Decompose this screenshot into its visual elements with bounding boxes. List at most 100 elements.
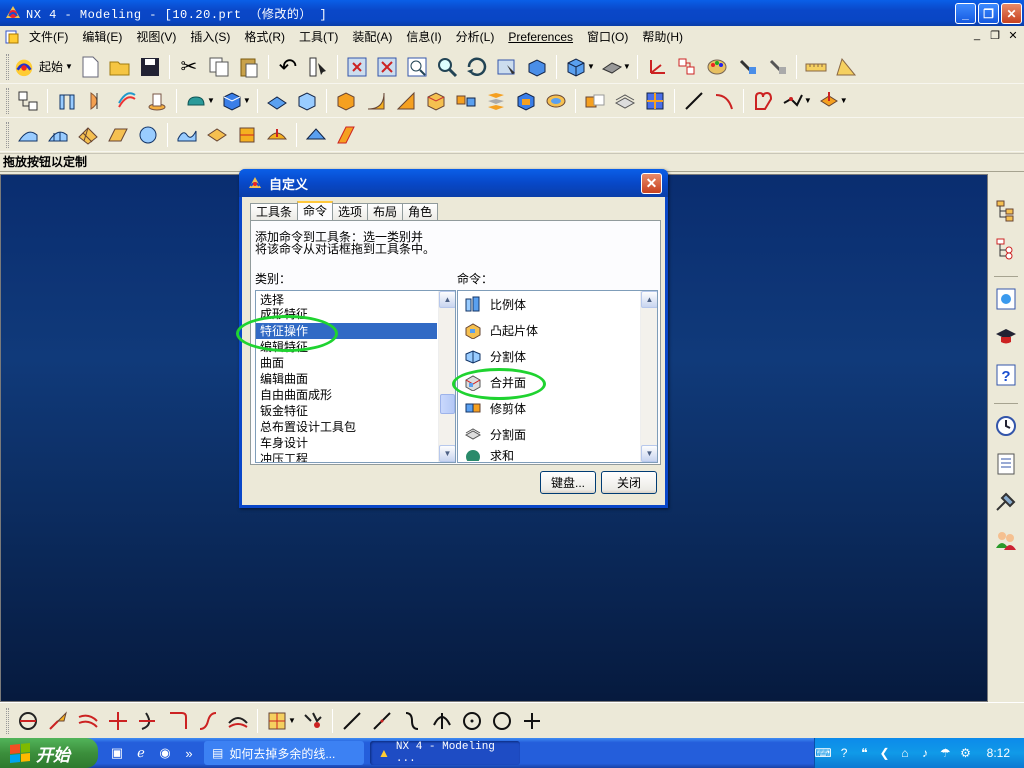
through-curves-icon[interactable] [13, 120, 43, 150]
split-face-icon[interactable] [610, 86, 640, 116]
snap-point-icon[interactable] [13, 706, 43, 736]
pattern-icon[interactable] [451, 86, 481, 116]
input-method-icon[interactable]: ❝ [857, 745, 871, 761]
dialog-close-button[interactable]: ✕ [641, 173, 662, 194]
command-item[interactable]: 分割体 [458, 343, 657, 369]
zoom-window-icon[interactable] [372, 52, 402, 82]
quicklaunch-chevron-icon[interactable]: » [180, 744, 198, 762]
close-window-button[interactable]: ✕ [1001, 3, 1022, 24]
shell-icon[interactable] [292, 86, 322, 116]
wcs-icon[interactable] [642, 52, 672, 82]
chevron-down-icon[interactable]: ▼ [623, 62, 631, 71]
save-icon[interactable] [135, 52, 165, 82]
list-item[interactable]: 选择 [256, 292, 455, 308]
new-file-icon[interactable] [75, 52, 105, 82]
chevron-down-icon[interactable]: ▼ [65, 62, 73, 71]
list-item[interactable]: 钣金特征 [256, 403, 455, 419]
mdi-restore-icon[interactable]: ❐ [988, 29, 1002, 42]
sew-icon[interactable] [481, 86, 511, 116]
internet-explorer-icon[interactable]: ℯ [132, 744, 150, 762]
show-desktop-icon[interactable]: ▣ [108, 744, 126, 762]
history-tab-icon[interactable] [991, 410, 1021, 442]
keyboard-icon[interactable]: ⌨ [814, 745, 831, 761]
menu-preferences[interactable]: Preferences [501, 27, 580, 47]
roles-tab-icon[interactable] [991, 524, 1021, 556]
assembly-navigator-icon[interactable] [13, 86, 43, 116]
list-item[interactable]: 编辑曲面 [256, 371, 455, 387]
menu-format[interactable]: 格式(R) [237, 27, 292, 47]
trim-body-icon[interactable] [511, 86, 541, 116]
draft-icon[interactable] [421, 86, 451, 116]
cut-icon[interactable]: ✂ [174, 52, 204, 82]
volume-icon[interactable]: ♪ [918, 745, 932, 761]
list-item[interactable]: 总布置设计工具包 [256, 419, 455, 435]
antivirus-icon[interactable]: ☂ [938, 745, 952, 761]
command-item[interactable]: 求和 [458, 447, 657, 461]
edit-curve-icon[interactable] [43, 706, 73, 736]
shaded-view-icon[interactable] [522, 52, 552, 82]
list-item[interactable]: 车身设计 [256, 435, 455, 451]
scroll-down-arrow-icon[interactable]: ▼ [439, 445, 455, 462]
thicken-icon[interactable] [301, 120, 331, 150]
scroll-down-arrow-icon[interactable]: ▼ [641, 445, 657, 462]
system-materials-tab-icon[interactable] [991, 448, 1021, 480]
tab-toolbars[interactable]: 工具条 [250, 203, 299, 220]
sketch-circle2-icon[interactable] [487, 706, 517, 736]
bridge-surface-icon[interactable] [202, 120, 232, 150]
chamfer-icon[interactable] [391, 86, 421, 116]
bridge-curve-icon[interactable] [223, 706, 253, 736]
n-sided-surface-icon[interactable] [232, 120, 262, 150]
settings-tray-icon[interactable]: ⚙ [958, 745, 972, 761]
instance-icon[interactable] [640, 86, 670, 116]
divide-curve-icon[interactable] [133, 706, 163, 736]
minimize-button[interactable]: _ [955, 3, 976, 24]
sketch-circle-icon[interactable] [457, 706, 487, 736]
bounded-plane-icon[interactable] [133, 120, 163, 150]
hollow-icon[interactable] [262, 86, 292, 116]
line-icon[interactable] [679, 86, 709, 116]
corner-icon[interactable] [193, 706, 223, 736]
window-title-bar[interactable]: NX 4 - Modeling - [10.20.prt （修改的） ] _ ❐… [0, 0, 1024, 26]
boolean-icon[interactable] [331, 86, 361, 116]
menu-information[interactable]: 信息(I) [399, 27, 448, 47]
fillet-curve-icon[interactable] [163, 706, 193, 736]
copy-icon[interactable] [204, 52, 234, 82]
dialog-title-bar[interactable]: 自定义 ✕ [239, 169, 668, 197]
command-item[interactable]: 凸起片体 [458, 317, 657, 343]
chevron-down-icon[interactable]: ▼ [840, 96, 848, 105]
trimmed-sheet-icon[interactable] [331, 120, 361, 150]
web-browser-tab-icon[interactable] [991, 283, 1021, 315]
process-studio-tab-icon[interactable] [991, 486, 1021, 518]
mdi-close-icon[interactable]: ✕ [1006, 29, 1020, 42]
revolve-icon[interactable] [82, 86, 112, 116]
chevron-down-icon[interactable]: ▼ [804, 96, 812, 105]
ruled-surface-icon[interactable] [103, 120, 133, 150]
network-icon[interactable]: ⌂ [898, 745, 912, 761]
part-navigator-tab-icon[interactable] [991, 232, 1021, 264]
tray-collapse-icon[interactable]: ❮ [877, 745, 891, 761]
menu-analysis[interactable]: 分析(L) [449, 27, 502, 47]
help-tab-icon[interactable]: ? [991, 359, 1021, 391]
tube-icon[interactable] [142, 86, 172, 116]
trim-curve-icon[interactable] [103, 706, 133, 736]
layer-settings-icon[interactable] [672, 52, 702, 82]
sketch-line2-icon[interactable] [367, 706, 397, 736]
tab-roles[interactable]: 角色 [402, 203, 439, 220]
menu-assemblies[interactable]: 装配(A) [345, 27, 399, 47]
document-icon[interactable] [4, 29, 20, 45]
measure-distance-icon[interactable] [801, 52, 831, 82]
hide-icon[interactable] [762, 52, 792, 82]
close-button[interactable]: 关闭 [601, 471, 657, 494]
arc-icon[interactable] [709, 86, 739, 116]
zoom-icon[interactable] [432, 52, 462, 82]
offset-surface-icon[interactable] [262, 120, 292, 150]
start-menu-button[interactable]: 起始 [39, 58, 63, 75]
through-curve-mesh-icon[interactable] [43, 120, 73, 150]
commands-scrollbar[interactable]: ▲ ▼ [640, 291, 657, 462]
zoom-region-icon[interactable] [402, 52, 432, 82]
undo-icon[interactable]: ↶ [273, 52, 303, 82]
sketch-arc2-icon[interactable] [427, 706, 457, 736]
edge-blend-icon[interactable] [361, 86, 391, 116]
rotate-icon[interactable] [462, 52, 492, 82]
extract-icon[interactable] [580, 86, 610, 116]
